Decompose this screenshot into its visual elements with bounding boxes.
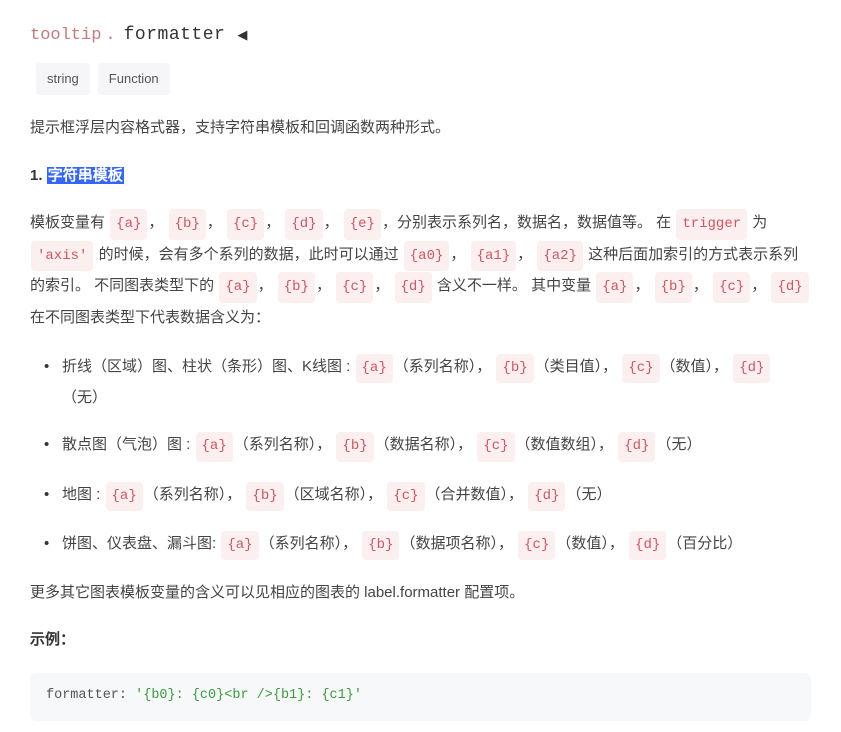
code-c: {c} bbox=[477, 432, 514, 461]
code-d: {d} bbox=[771, 272, 808, 303]
content-body: 提示框浮层内容格式器，支持字符串模板和回调函数两种形式。 1. 字符串模板 模板… bbox=[30, 113, 811, 721]
code-b: {b} bbox=[655, 272, 692, 303]
breadcrumb-current: formatter bbox=[124, 18, 226, 53]
code-a: {a} bbox=[110, 209, 147, 240]
code-e: {e} bbox=[344, 209, 381, 240]
code-a0: {a0} bbox=[404, 241, 450, 272]
list-item: 折线（区域）图、柱状（条形）图、K线图 : {a}（系列名称）， {b}（类目值… bbox=[62, 352, 811, 413]
list-item: 散点图（气泡）图 : {a}（系列名称）， {b}（数据名称）， {c}（数值数… bbox=[62, 430, 811, 461]
code-a: {a} bbox=[356, 354, 393, 383]
breadcrumb: tooltip. formatter ◀ bbox=[30, 18, 811, 53]
code-b: {b} bbox=[278, 272, 315, 303]
breadcrumb-parent[interactable]: tooltip bbox=[30, 19, 101, 52]
code-c: {c} bbox=[336, 272, 373, 303]
code-c: {c} bbox=[227, 209, 264, 240]
code-a: {a} bbox=[219, 272, 256, 303]
breadcrumb-dot: . bbox=[105, 19, 115, 52]
code-string: '{b0}: {c0}<br />{b1}: {c1}' bbox=[135, 688, 362, 703]
code-d: {d} bbox=[629, 531, 666, 560]
code-b: {b} bbox=[336, 432, 373, 461]
type-tags: string Function bbox=[36, 63, 811, 95]
list-item: 饼图、仪表盘、漏斗图: {a}（系列名称）， {b}（数据项名称）， {c}（数… bbox=[62, 529, 811, 560]
code-d: {d} bbox=[395, 272, 432, 303]
code-a2: {a2} bbox=[537, 241, 583, 272]
code-trigger: trigger bbox=[676, 209, 747, 240]
chart-type-list: 折线（区域）图、柱状（条形）图、K线图 : {a}（系列名称）， {b}（类目值… bbox=[30, 352, 811, 560]
code-a: {a} bbox=[106, 482, 143, 511]
code-a: {a} bbox=[221, 531, 258, 560]
code-d: {d} bbox=[733, 354, 770, 383]
intro-text: 提示框浮层内容格式器，支持字符串模板和回调函数两种形式。 bbox=[30, 113, 811, 142]
code-b: {b} bbox=[496, 354, 533, 383]
code-d: {d} bbox=[618, 432, 655, 461]
code-block-example: formatter: '{b0}: {c0}<br />{b1}: {c1}' bbox=[30, 673, 811, 721]
code-c: {c} bbox=[713, 272, 750, 303]
code-a: {a} bbox=[196, 432, 233, 461]
code-a1: {a1} bbox=[471, 241, 517, 272]
section-1-heading: 1. 字符串模板 bbox=[30, 161, 811, 190]
code-axis: 'axis' bbox=[31, 241, 93, 272]
type-tag: Function bbox=[98, 63, 170, 95]
more-text: 更多其它图表模板变量的含义可以见相应的图表的 label.formatter 配… bbox=[30, 578, 811, 607]
list-item: 地图 : {a}（系列名称）， {b}（区域名称）， {c}（合并数值）， {d… bbox=[62, 480, 811, 511]
code-c: {c} bbox=[622, 354, 659, 383]
code-b: {b} bbox=[362, 531, 399, 560]
code-d: {d} bbox=[285, 209, 322, 240]
code-b: {b} bbox=[169, 209, 206, 240]
code-c: {c} bbox=[387, 482, 424, 511]
template-vars-paragraph: 模板变量有 {a}， {b}， {c}， {d}， {e}，分别表示系列名，数据… bbox=[30, 208, 811, 334]
code-a: {a} bbox=[596, 272, 633, 303]
section-1-title: 字符串模板 bbox=[47, 167, 124, 184]
code-d: {d} bbox=[528, 482, 565, 511]
code-b: {b} bbox=[246, 482, 283, 511]
type-tag: string bbox=[36, 63, 90, 95]
collapse-icon[interactable]: ◀ bbox=[237, 23, 247, 48]
example-label: 示例： bbox=[30, 625, 811, 654]
code-key: formatter: bbox=[46, 688, 135, 703]
code-c: {c} bbox=[518, 531, 555, 560]
section-1-number: 1. bbox=[30, 167, 47, 184]
